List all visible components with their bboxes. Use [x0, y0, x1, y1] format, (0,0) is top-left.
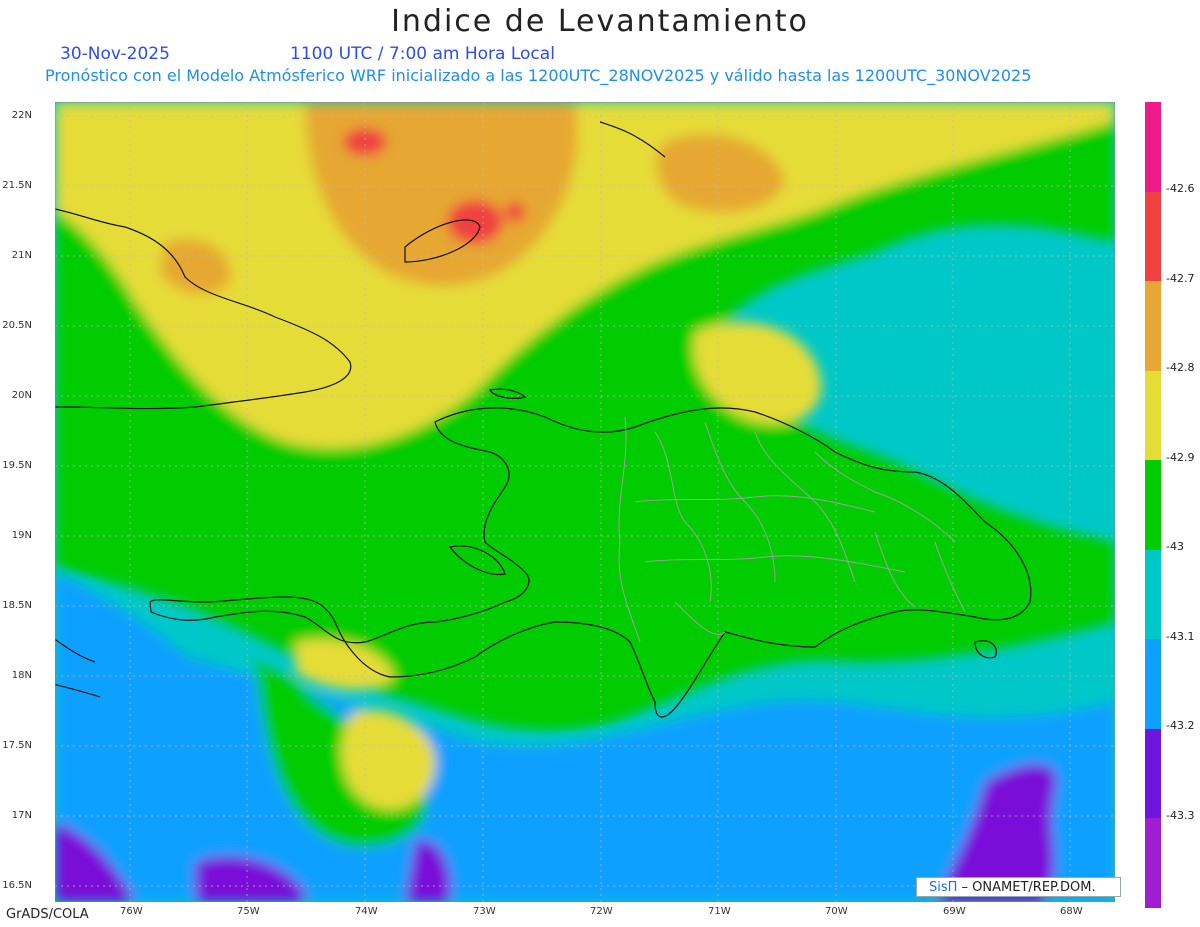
lon-label: 68W [1060, 906, 1083, 917]
colorbar-label: -42.9 [1166, 451, 1195, 464]
colorbar-swatch [1145, 460, 1161, 550]
colorbar-swatch [1145, 370, 1161, 460]
forecast-subtitle: Pronóstico con el Modelo Atmósferico WRF… [45, 66, 1032, 85]
colorbar-swatch [1145, 191, 1161, 281]
colorbar-swatch [1145, 728, 1161, 818]
lat-label: 18.5N [2, 600, 32, 611]
lon-label: 71W [708, 906, 731, 917]
lifted-index-map [55, 102, 1115, 902]
colorbar-swatch [1145, 549, 1161, 639]
forecast-date: 30-Nov-2025 [60, 44, 170, 64]
lon-label: 70W [825, 906, 848, 917]
lat-label: 22N [11, 110, 32, 121]
colorbar-label: -42.6 [1166, 182, 1195, 195]
lat-label: 20.5N [2, 320, 32, 331]
onamet-logo: SisΠ – ONAMET/REP.DOM. [916, 877, 1121, 897]
colorbar-label: -43.3 [1166, 809, 1195, 822]
lon-label: 74W [355, 906, 378, 917]
colorbar [1145, 102, 1161, 908]
lon-label: 73W [473, 906, 496, 917]
lon-label: 76W [120, 906, 143, 917]
lat-label: 16.5N [2, 880, 32, 891]
lat-label: 17.5N [2, 740, 32, 751]
colorbar-swatch [1145, 818, 1161, 908]
field-red-cell [505, 202, 525, 222]
lat-label: 21.5N [2, 180, 32, 191]
map-title: Indice de Levantamiento [391, 4, 809, 39]
colorbar-swatch [1145, 102, 1161, 192]
lat-label: 18N [11, 670, 32, 681]
grads-credit: GrADS/COLA [6, 907, 89, 922]
sispi-logo-text: SisΠ [929, 880, 958, 895]
lat-label: 17N [11, 810, 32, 821]
lon-label: 75W [237, 906, 260, 917]
colorbar-label: -42.7 [1166, 272, 1195, 285]
lat-label: 21N [11, 250, 32, 261]
lat-label: 19.5N [2, 460, 32, 471]
colorbar-swatch [1145, 639, 1161, 729]
lon-label: 72W [590, 906, 613, 917]
colorbar-label: -43 [1166, 540, 1184, 553]
onamet-text: – ONAMET/REP.DOM. [957, 880, 1096, 895]
colorbar-label: -42.8 [1166, 361, 1195, 374]
colorbar-label: -43.2 [1166, 719, 1195, 732]
lon-label: 69W [943, 906, 966, 917]
forecast-time: 1100 UTC / 7:00 am Hora Local [290, 44, 555, 64]
lat-label: 20N [11, 390, 32, 401]
lat-label: 19N [11, 530, 32, 541]
colorbar-label: -43.1 [1166, 630, 1195, 643]
colorbar-swatch [1145, 281, 1161, 371]
